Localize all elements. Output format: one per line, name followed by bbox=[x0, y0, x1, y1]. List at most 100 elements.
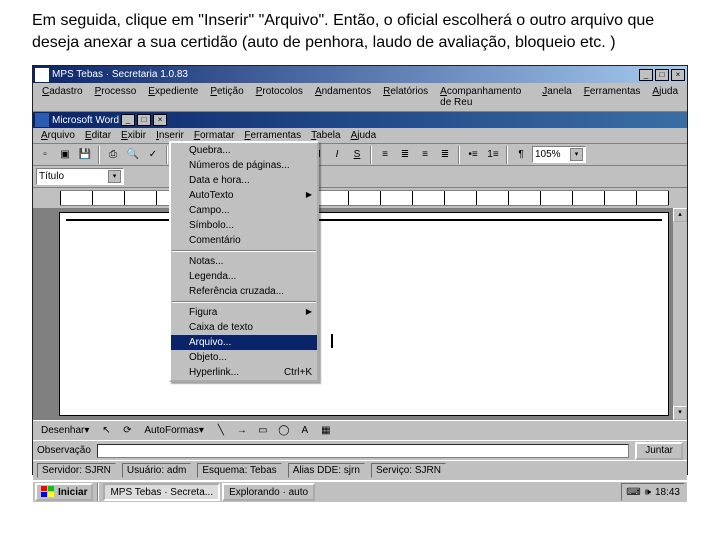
menu-item-label: Legenda... bbox=[189, 271, 236, 282]
app-icon bbox=[35, 68, 49, 82]
fill-color-icon[interactable]: ▦ bbox=[317, 422, 335, 440]
outer-title-text: MPS Tebas · Secretaria 1.0.83 bbox=[52, 69, 188, 80]
outer-menu-petição[interactable]: Petição bbox=[204, 85, 249, 109]
text-cursor bbox=[331, 334, 333, 348]
zoom-combo[interactable]: 105% ▾ bbox=[532, 146, 586, 163]
italic-icon[interactable]: I bbox=[328, 146, 346, 164]
minimize-button[interactable]: _ bbox=[639, 69, 653, 81]
menu-item-label: Objeto... bbox=[189, 352, 227, 363]
ruler[interactable] bbox=[60, 190, 669, 206]
numbering-icon[interactable]: 1≡ bbox=[484, 146, 502, 164]
word-close-button[interactable]: × bbox=[153, 114, 167, 126]
menu-divider bbox=[172, 250, 316, 252]
menu-item-quebra-[interactable]: Quebra... bbox=[171, 143, 317, 158]
taskbar-app-button[interactable]: MPS Tebas · Secreta... bbox=[103, 483, 220, 501]
outer-menu-expediente[interactable]: Expediente bbox=[142, 85, 204, 109]
chevron-down-icon[interactable]: ▾ bbox=[108, 170, 121, 183]
align-left-icon[interactable]: ≡ bbox=[376, 146, 394, 164]
chevron-down-icon[interactable]: ▾ bbox=[570, 148, 583, 161]
observation-label: Observação bbox=[37, 445, 91, 456]
system-tray[interactable]: ⌨ 🕪 18:43 bbox=[621, 483, 685, 501]
menu-item-hyperlink-[interactable]: Hyperlink...Ctrl+K bbox=[171, 365, 317, 380]
vertical-scrollbar[interactable]: ▴ ▾ bbox=[672, 208, 687, 420]
menu-item-s-mbolo-[interactable]: Símbolo... bbox=[171, 218, 317, 233]
outer-menu-andamentos[interactable]: Andamentos bbox=[309, 85, 377, 109]
menu-item-caixa-de-texto[interactable]: Caixa de texto bbox=[171, 320, 317, 335]
word-menu-exibir[interactable]: Exibir bbox=[116, 129, 151, 142]
word-title-text: Microsoft Word bbox=[52, 115, 119, 126]
tray-icon[interactable]: 🕪 bbox=[645, 487, 651, 498]
outer-menu-processo[interactable]: Processo bbox=[89, 85, 143, 109]
menu-item-coment-rio[interactable]: Comentário bbox=[171, 233, 317, 248]
outer-menu-janela[interactable]: Janela bbox=[536, 85, 577, 109]
align-center-icon[interactable]: ≣ bbox=[396, 146, 414, 164]
taskbar-app-button[interactable]: Explorando · auto bbox=[222, 483, 315, 501]
menu-item-autotexto[interactable]: AutoTexto▶ bbox=[171, 188, 317, 203]
document-area[interactable]: ▴ ▾ bbox=[33, 208, 687, 420]
scroll-down-icon[interactable]: ▾ bbox=[673, 406, 687, 420]
outer-menu-relatórios[interactable]: Relatórios bbox=[377, 85, 434, 109]
maximize-button[interactable]: □ bbox=[655, 69, 669, 81]
word-menu-ajuda[interactable]: Ajuda bbox=[346, 129, 382, 142]
outer-menu-ajuda[interactable]: Ajuda bbox=[646, 85, 684, 109]
save-icon[interactable]: 💾 bbox=[76, 146, 94, 164]
word-menu-arquivo[interactable]: Arquivo bbox=[36, 129, 80, 142]
menu-item-arquivo-[interactable]: Arquivo... bbox=[171, 335, 317, 350]
word-titlebar: Microsoft Word _ □ × bbox=[33, 112, 687, 128]
bullets-icon[interactable]: •≡ bbox=[464, 146, 482, 164]
oval-icon[interactable]: ◯ bbox=[275, 422, 293, 440]
word-maximize-button[interactable]: □ bbox=[137, 114, 151, 126]
style-combo[interactable]: Título ▾ bbox=[36, 168, 124, 185]
menu-item-n-meros-de-p-ginas-[interactable]: Números de páginas... bbox=[171, 158, 317, 173]
new-doc-icon[interactable]: ▫ bbox=[36, 146, 54, 164]
outer-app-window: MPS Tebas · Secretaria 1.0.83 _ □ × Cada… bbox=[32, 65, 688, 475]
preview-icon[interactable]: 🔍 bbox=[124, 146, 142, 164]
windows-taskbar: Iniciar MPS Tebas · Secreta...Explorando… bbox=[33, 480, 687, 502]
menu-item-figura[interactable]: Figura▶ bbox=[171, 305, 317, 320]
word-standard-toolbar: ▫ ▣ 💾 ⎙ 🔍 ✓ ✂ ⧉ 📋 🖌 ↶ ↷ N I S ≡ ≣ ≡ ≣ •≡ bbox=[33, 144, 687, 166]
menu-divider bbox=[172, 301, 316, 303]
desenhar-button[interactable]: Desenhar ▾ bbox=[36, 422, 94, 440]
autoformas-button[interactable]: AutoFormas ▾ bbox=[139, 422, 209, 440]
line-icon[interactable]: ╲ bbox=[212, 422, 230, 440]
justify-icon[interactable]: ≣ bbox=[436, 146, 454, 164]
menu-item-data-e-hora-[interactable]: Data e hora... bbox=[171, 173, 317, 188]
menu-item-campo-[interactable]: Campo... bbox=[171, 203, 317, 218]
underline-icon[interactable]: S bbox=[348, 146, 366, 164]
outer-menu-protocolos[interactable]: Protocolos bbox=[250, 85, 309, 109]
align-right-icon[interactable]: ≡ bbox=[416, 146, 434, 164]
style-value: Título bbox=[39, 171, 64, 182]
tray-icon[interactable]: ⌨ bbox=[626, 487, 640, 498]
menu-item-objeto-[interactable]: Objeto... bbox=[171, 350, 317, 365]
word-menu-editar[interactable]: Editar bbox=[80, 129, 116, 142]
open-icon[interactable]: ▣ bbox=[56, 146, 74, 164]
scroll-up-icon[interactable]: ▴ bbox=[673, 208, 687, 222]
menu-item-legenda-[interactable]: Legenda... bbox=[171, 269, 317, 284]
word-icon bbox=[35, 113, 49, 127]
spellcheck-icon[interactable]: ✓ bbox=[144, 146, 162, 164]
observation-input[interactable] bbox=[97, 444, 629, 458]
close-button[interactable]: × bbox=[671, 69, 685, 81]
tray-clock: 18:43 bbox=[655, 487, 680, 498]
rectangle-icon[interactable]: ▭ bbox=[254, 422, 272, 440]
outer-menu-cadastro[interactable]: Cadastro bbox=[36, 85, 89, 109]
menu-item-notas-[interactable]: Notas... bbox=[171, 254, 317, 269]
select-objects-icon[interactable]: ↖ bbox=[97, 422, 115, 440]
outer-menu-acompanhamento de reu[interactable]: Acompanhamento de Reu bbox=[434, 85, 536, 109]
show-paragraph-icon[interactable]: ¶ bbox=[512, 146, 530, 164]
rotate-icon[interactable]: ⟳ bbox=[118, 422, 136, 440]
textbox-icon[interactable]: A bbox=[296, 422, 314, 440]
menu-item-refer-ncia-cruzada-[interactable]: Referência cruzada... bbox=[171, 284, 317, 299]
print-icon[interactable]: ⎙ bbox=[104, 146, 122, 164]
menu-item-label: Caixa de texto bbox=[189, 322, 253, 333]
word-minimize-button[interactable]: _ bbox=[121, 114, 135, 126]
menu-item-label: AutoTexto bbox=[189, 190, 233, 201]
status-esquema: Esquema: Tebas bbox=[197, 463, 281, 478]
arrow-icon[interactable]: → bbox=[233, 422, 251, 440]
start-button[interactable]: Iniciar bbox=[35, 483, 93, 501]
instruction-text: Em seguida, clique em "Inserir" "Arquivo… bbox=[0, 0, 720, 61]
status-alias: Alias DDE: sjrn bbox=[288, 463, 365, 478]
outer-menu-ferramentas[interactable]: Ferramentas bbox=[578, 85, 647, 109]
juntar-button[interactable]: Juntar bbox=[635, 442, 683, 460]
status-usuario: Usuário: adm bbox=[122, 463, 191, 478]
